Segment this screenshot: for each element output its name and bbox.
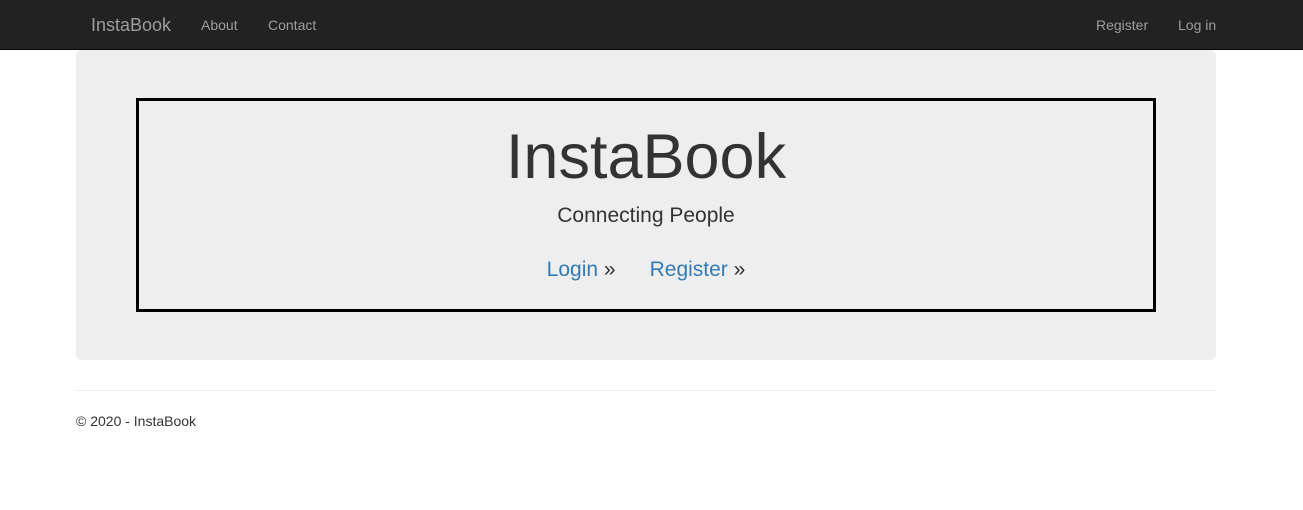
hero-panel: InstaBook Connecting People Login » Regis…	[76, 50, 1216, 360]
hero-login-label: Login	[546, 258, 599, 281]
raquo-icon: »	[733, 258, 746, 281]
nav-link-login[interactable]: Log in	[1178, 17, 1216, 33]
hero-title: InstaBook	[505, 122, 787, 192]
hero-box: InstaBook Connecting People Login » Regis…	[136, 98, 1156, 312]
hero-tagline: Connecting People	[557, 204, 735, 227]
hero-login-link[interactable]: Login »	[547, 258, 616, 281]
footer-divider	[76, 390, 1216, 391]
hero-links: Login » Register »	[139, 257, 1153, 283]
raquo-icon: »	[603, 258, 616, 281]
nav-link-about[interactable]: About	[201, 17, 238, 33]
top-navbar: InstaBook About Contact Register Log in	[0, 0, 1303, 50]
navbar-container: InstaBook About Contact Register Log in	[76, 0, 1216, 50]
nav-link-contact[interactable]: Contact	[268, 17, 316, 33]
footer: © 2020 - InstaBook	[76, 412, 196, 430]
nav-link-register[interactable]: Register	[1096, 17, 1148, 33]
footer-copyright: © 2020 - InstaBook	[76, 413, 197, 429]
hero-register-link[interactable]: Register »	[650, 258, 746, 281]
brand-link[interactable]: InstaBook	[91, 15, 171, 35]
hero-register-label: Register	[649, 258, 728, 281]
